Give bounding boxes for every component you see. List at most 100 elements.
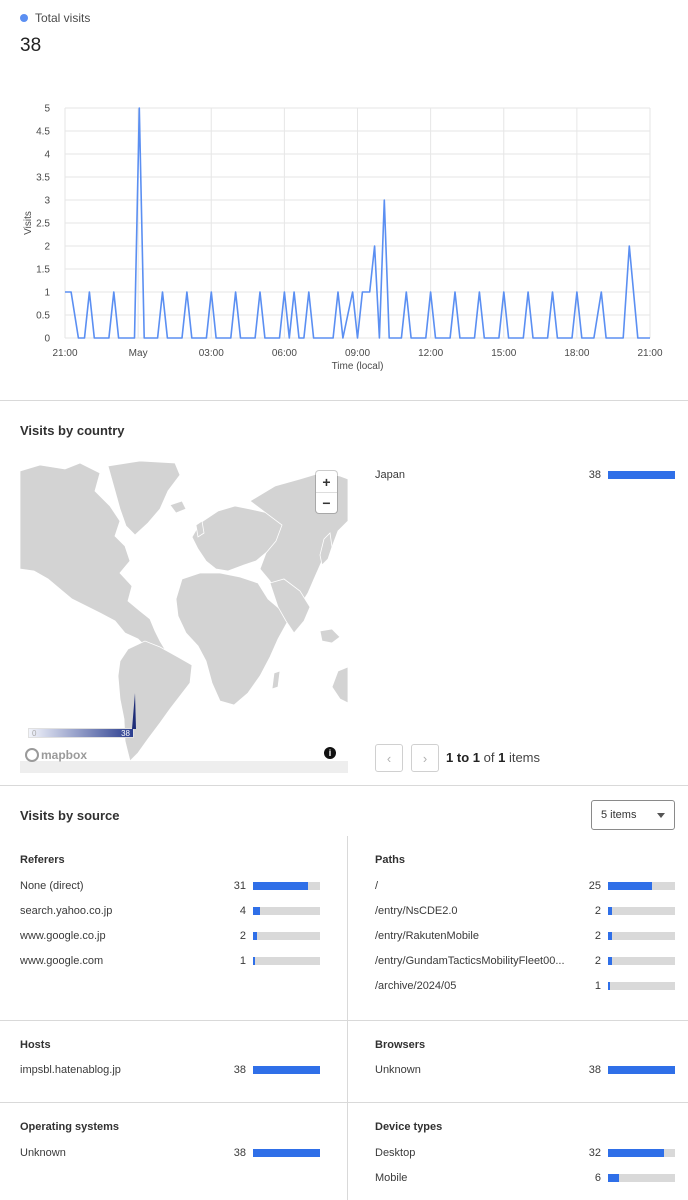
referer-label: www.google.co.jp: [20, 930, 106, 942]
y-tick-label: 4.5: [36, 127, 50, 138]
referer-value: 1: [239, 955, 246, 967]
referer-value: 4: [239, 905, 246, 917]
path-bar: [608, 982, 675, 990]
hosts-title: Hosts: [20, 1039, 51, 1051]
referer-row[interactable]: www.google.com 1: [20, 951, 320, 971]
path-label: /archive/2024/05: [375, 980, 457, 992]
path-row[interactable]: /archive/2024/05 1: [375, 976, 675, 996]
world-map[interactable]: + − 0 38 mapbox i: [20, 461, 348, 773]
os-label: Unknown: [20, 1147, 66, 1159]
map-southeast-asia: [319, 628, 341, 644]
device-bar: [608, 1174, 675, 1182]
browser-row[interactable]: Unknown 38: [375, 1060, 675, 1080]
os-value: 38: [233, 1147, 246, 1159]
y-tick-label: 0.5: [36, 311, 50, 322]
host-value: 38: [233, 1064, 246, 1076]
map-africa: [175, 572, 289, 706]
path-label: /entry/RakutenMobile: [375, 930, 479, 942]
visits-line-chart: 0 0.5 1 1.5 2 2.5 3 3.5 4 4.5 5 21:00 May 03:00 06:00 0…: [23, 104, 663, 373]
path-label: /entry/NsCDE2.0: [375, 905, 458, 917]
zoom-out-button[interactable]: −: [316, 492, 337, 513]
browser-bar: [608, 1066, 675, 1074]
path-bar-fill: [608, 982, 610, 990]
device-bar-fill: [608, 1149, 665, 1157]
attribution-info-icon[interactable]: i: [324, 747, 336, 759]
items-per-page-select[interactable]: 5 items: [591, 800, 675, 830]
x-axis-label: Time (local): [332, 361, 384, 372]
referer-bar: [253, 882, 320, 890]
referer-bar-fill: [253, 957, 255, 965]
scale-min-label: 0: [32, 729, 37, 738]
browsers-title: Browsers: [375, 1039, 426, 1051]
path-bar-fill: [608, 907, 612, 915]
pager-to: 1: [472, 750, 480, 765]
map-zoom-control: + −: [316, 471, 337, 513]
path-value: 2: [594, 905, 601, 917]
path-row[interactable]: /entry/GundamTacticsMobilityFleet00... 2: [375, 951, 675, 971]
mapbox-logo[interactable]: mapbox: [25, 748, 87, 762]
y-tick-label: 3.5: [36, 173, 50, 184]
country-value: 38: [588, 469, 601, 481]
source-section-title: Visits by source: [20, 808, 120, 823]
os-row[interactable]: Unknown 38: [20, 1143, 320, 1163]
map-australia: [331, 666, 348, 704]
path-row[interactable]: /entry/RakutenMobile 2: [375, 926, 675, 946]
items-select-value: 5 items: [601, 809, 637, 821]
total-visits-value: 38: [20, 35, 42, 56]
path-value: 2: [594, 955, 601, 967]
country-section-title: Visits by country: [20, 423, 125, 438]
device-label: Desktop: [375, 1147, 416, 1159]
referer-value: 31: [233, 880, 246, 892]
path-row[interactable]: /entry/NsCDE2.0 2: [375, 901, 675, 921]
column-divider: [347, 836, 348, 1200]
y-axis-label: Visits: [23, 211, 34, 235]
device-label: Mobile: [375, 1172, 408, 1184]
path-value: 1: [594, 980, 601, 992]
device-types-title: Device types: [375, 1121, 443, 1133]
country-label: Japan: [375, 469, 405, 481]
device-value: 6: [594, 1172, 601, 1184]
referer-label: None (direct): [20, 880, 84, 892]
pager-prev-button[interactable]: ‹: [375, 744, 403, 772]
x-tick-label: 03:00: [199, 348, 224, 359]
pager-to-word: to: [456, 750, 470, 765]
path-value: 25: [588, 880, 601, 892]
scale-max-label: 38: [121, 729, 130, 738]
referer-row[interactable]: None (direct) 31: [20, 876, 320, 896]
chart-legend[interactable]: Total visits: [20, 11, 90, 25]
referer-bar: [253, 932, 320, 940]
zoom-in-button[interactable]: +: [316, 471, 337, 492]
referer-label: search.yahoo.co.jp: [20, 905, 113, 917]
referer-bar-fill: [253, 882, 308, 890]
pager-next-button[interactable]: ›: [411, 744, 439, 772]
host-bar: [253, 1066, 320, 1074]
total-visits-summary: Total visits 38: [20, 11, 90, 57]
referer-bar-fill: [253, 932, 257, 940]
pager-of-word: of: [483, 750, 495, 765]
referer-row[interactable]: search.yahoo.co.jp 4: [20, 901, 320, 921]
map-madagascar: [271, 670, 281, 690]
path-row[interactable]: / 25: [375, 876, 675, 896]
x-tick-label: 15:00: [491, 348, 516, 359]
x-tick-label: 21:00: [52, 348, 77, 359]
y-tick-label: 5: [44, 104, 50, 115]
pager-from: 1: [446, 750, 454, 765]
mapbox-logo-text: mapbox: [41, 748, 88, 762]
host-row[interactable]: impsbl.hatenablog.jp 38: [20, 1060, 320, 1080]
referer-row[interactable]: www.google.co.jp 2: [20, 926, 320, 946]
y-tick-label: 2.5: [36, 219, 50, 230]
referer-bar: [253, 907, 320, 915]
map-antarctica: [20, 761, 348, 773]
y-tick-label: 1.5: [36, 265, 50, 276]
country-row[interactable]: Japan 38: [375, 465, 675, 485]
device-row[interactable]: Desktop 32: [375, 1143, 675, 1163]
pager-status: 1 to 1 of 1 items: [446, 750, 540, 765]
device-row[interactable]: Mobile 6: [375, 1168, 675, 1188]
legend-dot-icon: [20, 14, 28, 22]
path-bar: [608, 882, 675, 890]
referer-bar: [253, 957, 320, 965]
path-bar-fill: [608, 932, 612, 940]
device-bar-fill: [608, 1174, 619, 1182]
referer-bar-fill: [253, 907, 261, 915]
country-bar: [608, 471, 675, 479]
